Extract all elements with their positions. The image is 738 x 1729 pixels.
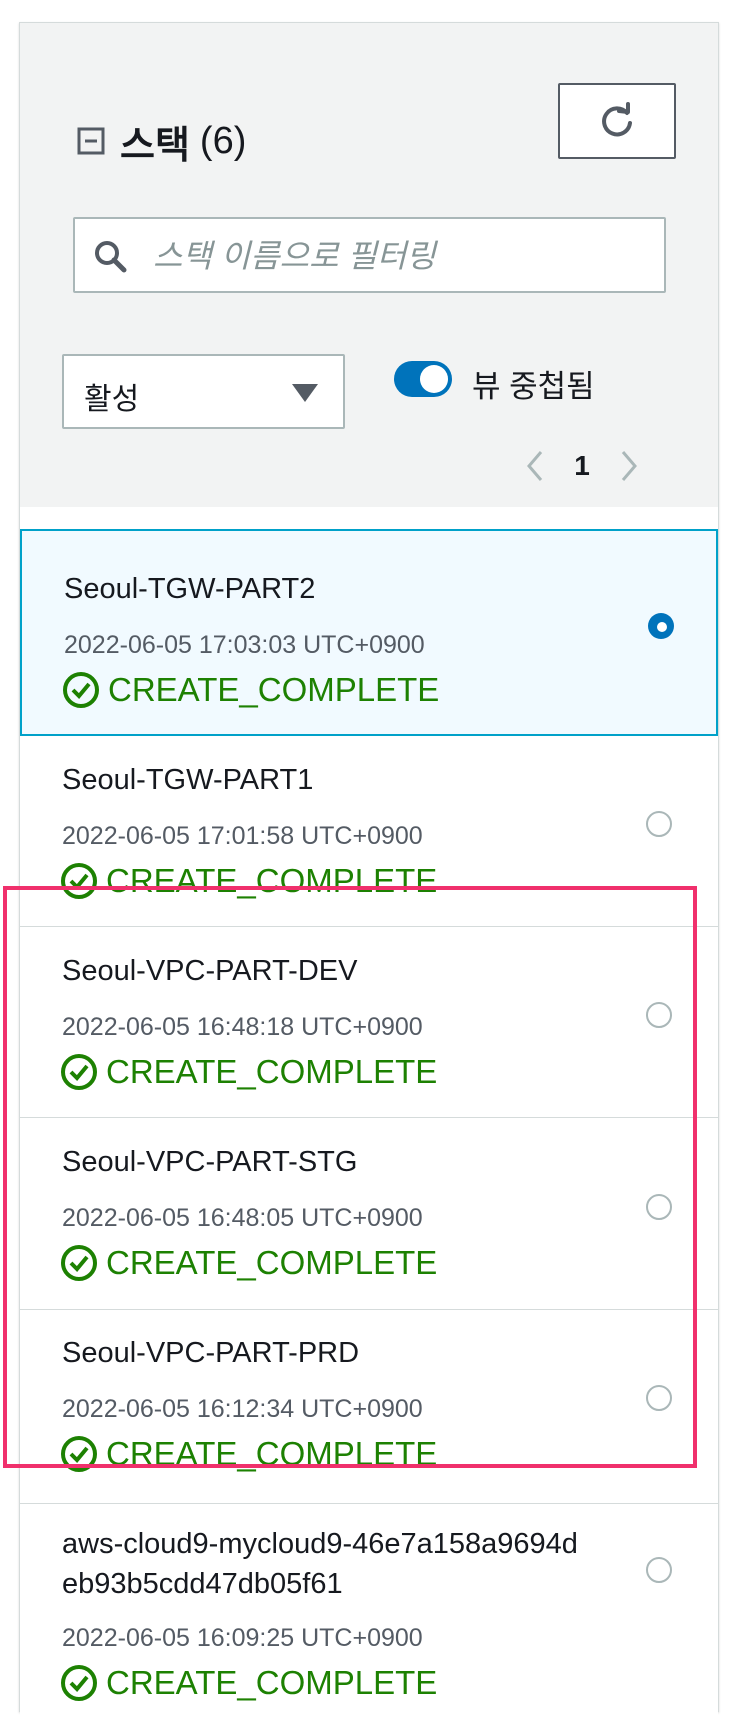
status-filter-select[interactable]: 활성 (62, 354, 345, 429)
panel-header: 스택 (6) 활성 뷰 중첩됨 (20, 23, 718, 507)
stack-status: CREATE_COMPLETE (60, 1244, 437, 1282)
stack-item[interactable]: aws-cloud9-mycloud9-46e7a158a9694d eb93b… (20, 1504, 718, 1729)
stack-name[interactable]: Seoul-VPC-PART-PRD (62, 1333, 359, 1373)
status-text: CREATE_COMPLETE (106, 1435, 438, 1472)
search-icon (95, 241, 127, 273)
check-circle-icon (61, 1665, 97, 1701)
stack-name-line-1[interactable]: aws-cloud9-mycloud9-46e7a158a9694d (62, 1524, 578, 1564)
toggle-knob (420, 365, 448, 393)
status-filter-value: 활성 (84, 383, 140, 416)
status-text: CREATE_COMPLETE (106, 862, 438, 899)
stack-item[interactable]: Seoul-TGW-PART1 2022-06-05 17:01:58 UTC+… (20, 736, 718, 927)
pagination: 1 (518, 443, 646, 489)
nested-view-label: 뷰 중첩됨 (472, 369, 595, 404)
chevron-right-icon[interactable] (612, 446, 646, 486)
search-field[interactable] (73, 217, 666, 293)
stack-name[interactable]: Seoul-TGW-PART2 (64, 569, 315, 609)
stack-radio[interactable] (646, 1194, 672, 1220)
stack-status: CREATE_COMPLETE (60, 862, 437, 900)
check-circle-icon (63, 672, 99, 708)
stack-status: CREATE_COMPLETE (62, 671, 439, 709)
check-circle-icon (61, 863, 97, 899)
stack-radio[interactable] (646, 1385, 672, 1411)
stack-item[interactable]: Seoul-VPC-PART-PRD 2022-06-05 16:12:34 U… (20, 1310, 718, 1504)
panel-title: 스택 (6) (76, 116, 247, 167)
stack-name-line-2[interactable]: eb93b5cdd47db05f61 (62, 1564, 343, 1604)
stack-name[interactable]: Seoul-VPC-PART-DEV (62, 951, 357, 991)
stack-item[interactable]: Seoul-VPC-PART-DEV 2022-06-05 16:48:18 U… (20, 927, 718, 1118)
collapse-icon[interactable] (76, 126, 106, 156)
current-page[interactable]: 1 (552, 450, 612, 482)
stack-count: (6) (199, 119, 247, 162)
stack-timestamp: 2022-06-05 17:01:58 UTC+0900 (62, 822, 423, 850)
stack-item[interactable]: Seoul-VPC-PART-STG 2022-06-05 16:48:05 U… (20, 1118, 718, 1310)
status-text: CREATE_COMPLETE (106, 1053, 438, 1090)
search-input[interactable] (151, 229, 655, 283)
page-title: 스택 (120, 124, 190, 167)
stack-radio[interactable] (648, 613, 674, 639)
status-text: CREATE_COMPLETE (106, 1244, 438, 1281)
stack-radio[interactable] (646, 811, 672, 837)
check-circle-icon (61, 1245, 97, 1281)
stack-name[interactable]: Seoul-VPC-PART-STG (62, 1142, 357, 1182)
stack-timestamp: 2022-06-05 16:48:18 UTC+0900 (62, 1013, 423, 1041)
stack-status: CREATE_COMPLETE (60, 1435, 437, 1473)
status-text: CREATE_COMPLETE (106, 1664, 438, 1701)
caret-down-icon (292, 384, 318, 402)
stack-status: CREATE_COMPLETE (60, 1664, 437, 1702)
refresh-button[interactable] (558, 83, 676, 159)
refresh-icon (602, 102, 632, 137)
nested-view-toggle[interactable] (394, 361, 452, 397)
check-circle-icon (61, 1054, 97, 1090)
stack-radio[interactable] (646, 1557, 672, 1583)
stacks-panel: 스택 (6) 활성 뷰 중첩됨 (19, 22, 719, 1729)
stack-timestamp: 2022-06-05 16:12:34 UTC+0900 (62, 1395, 423, 1423)
stack-timestamp: 2022-06-05 16:09:25 UTC+0900 (62, 1624, 423, 1652)
stack-item[interactable]: Seoul-TGW-PART2 2022-06-05 17:03:03 UTC+… (20, 529, 718, 736)
check-circle-icon (61, 1436, 97, 1472)
stack-status: CREATE_COMPLETE (60, 1053, 437, 1091)
chevron-left-icon[interactable] (518, 446, 552, 486)
status-text: CREATE_COMPLETE (108, 671, 440, 708)
stack-name[interactable]: Seoul-TGW-PART1 (62, 760, 313, 800)
stack-radio[interactable] (646, 1002, 672, 1028)
stack-timestamp: 2022-06-05 16:48:05 UTC+0900 (62, 1204, 423, 1232)
stack-timestamp: 2022-06-05 17:03:03 UTC+0900 (64, 631, 425, 659)
